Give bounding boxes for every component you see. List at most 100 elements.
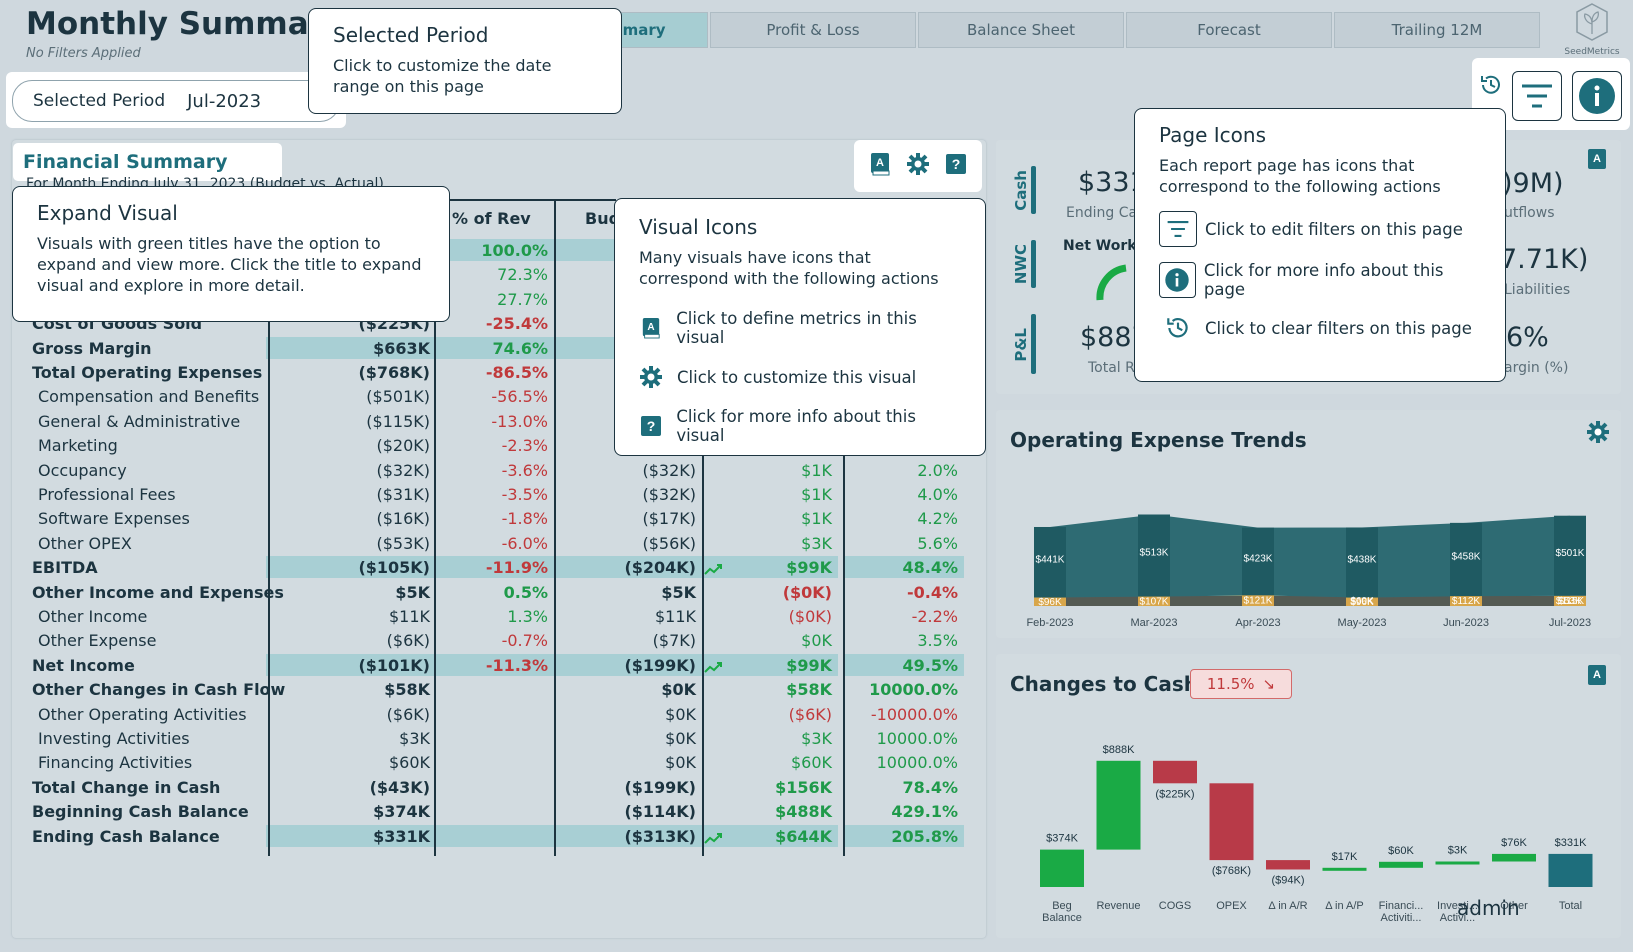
cash-section-label: Cash [1012, 170, 1030, 211]
pct-rev-cell: -25.4% [485, 314, 548, 334]
waterfall-bar [1040, 849, 1084, 887]
seedling-logo-icon [1576, 3, 1608, 41]
filter-lines-icon [1522, 84, 1552, 108]
nwc-section-label: NWC [1012, 244, 1030, 285]
tab-forecast[interactable]: Forecast [1126, 12, 1332, 48]
budget-cell: $0K [661, 680, 696, 700]
variance-cell: $644K [775, 826, 832, 846]
row-label: Gross Margin [32, 338, 152, 358]
gear-icon [639, 365, 663, 389]
operating-expense-title: Operating Expense Trends [1010, 428, 1307, 452]
actual-cell: ($53K) [376, 533, 430, 553]
waterfall-bar [1435, 861, 1480, 865]
actual-cell: ($31K) [376, 485, 430, 504]
data-label: $60K [1388, 845, 1414, 857]
cash-define-metrics-icon[interactable]: A [1586, 664, 1608, 692]
x-axis-tick-label: Revenue [1096, 900, 1140, 912]
row-label: Other OPEX [38, 533, 132, 553]
changes-to-cash-title: Changes to Cash [1010, 672, 1198, 696]
expand-visual-callout: Expand Visual Visuals with green titles … [12, 186, 450, 322]
outflows-sublabel: utflows [1504, 205, 1555, 221]
data-label: $331K [1555, 837, 1587, 849]
visual-icons-bar: A ? [854, 140, 982, 192]
pct-rev-cell: -1.8% [501, 509, 548, 529]
page-info-button[interactable] [1572, 71, 1622, 121]
table-row: Other Changes in Cash Flow $58K $0K $58K 100… [14, 678, 958, 702]
tab-profit-loss[interactable]: Profit & Loss [710, 12, 916, 48]
row-label: Total Change in Cash [32, 777, 221, 797]
visual-icon-item: ? Click for more info about this visual [639, 407, 961, 445]
visual-icon-item-label: Click to define metrics in this visual [676, 309, 917, 347]
variance-pct-cell: -2.2% [911, 607, 958, 626]
pct-rev-cell: 27.7% [497, 289, 548, 309]
callout-body: Click to customize the date range on thi… [333, 56, 552, 96]
budget-cell: ($32K) [642, 460, 696, 480]
waterfall-bar [1322, 867, 1367, 871]
row-label: Net Income [32, 655, 135, 675]
x-axis-tick-label: Financi... [1379, 900, 1424, 912]
op-settings-gear-icon[interactable] [1586, 420, 1610, 448]
actual-cell: ($43K) [369, 777, 430, 797]
kpi-define-metrics-icon[interactable]: A [1586, 148, 1608, 176]
callout-title: Selected Period [333, 23, 489, 47]
visual-icons-callout: Visual Icons Many visuals have icons tha… [614, 198, 986, 456]
define-metrics-icon: A [639, 316, 662, 340]
variance-cell: $3K [801, 729, 832, 748]
tab-balance-sheet[interactable]: Balance Sheet [918, 12, 1124, 48]
variance-pct-cell: -0.4% [906, 582, 958, 602]
data-label: $121K [1244, 596, 1273, 607]
budget-cell: ($199K) [624, 655, 696, 675]
actual-cell: $3K [399, 729, 430, 748]
actual-cell: $5K [395, 582, 430, 602]
data-label: ($94K) [1271, 875, 1304, 887]
filter-button[interactable] [1512, 71, 1562, 121]
pct-rev-cell: -6.0% [501, 533, 548, 553]
data-label: $513K [1140, 548, 1169, 559]
area-series-1 [1050, 514, 1570, 598]
tab-trailing-12m[interactable]: Trailing 12M [1334, 12, 1540, 48]
actual-cell: ($115K) [366, 411, 430, 431]
data-label: $112K [1452, 596, 1481, 607]
help-icon[interactable]: ? [945, 153, 967, 179]
page-title: Monthly Summary [26, 6, 345, 42]
visual-icon-item: A Click to define metrics in this visual [639, 309, 961, 347]
row-label: Other Operating Activities [38, 704, 247, 724]
period-dropdown[interactable]: Selected Period Jul-2023 ⌵ [12, 80, 340, 122]
nwc-gauge [1096, 262, 1136, 306]
variance-cell: $58K [786, 680, 832, 700]
variance-cell: $1K [801, 485, 832, 504]
actual-cell: $60K [388, 753, 430, 773]
operating-expense-chart: $441K $96K Feb-2023 $513K $107K Mar-2023 $423K… [1026, 514, 1591, 629]
callout-body: Many visuals have icons that correspond … [639, 248, 939, 288]
x-axis-tick-label: Beg [1052, 900, 1072, 912]
margin-value: 6% [1506, 322, 1549, 353]
pct-rev-cell: -86.5% [485, 363, 548, 382]
data-label: ($225K) [1155, 788, 1194, 800]
table-row: Net Income ($101K) -11.3% ($199K) $99K 49.5% [14, 653, 964, 678]
row-label: Other Changes in Cash Flow [32, 680, 286, 700]
x-axis-tick-label: Activiti... [1381, 912, 1422, 924]
define-metrics-icon[interactable]: A [869, 152, 891, 180]
pct-rev-cell [436, 703, 554, 727]
variance-cell: $488K [775, 802, 832, 822]
variance-pct-cell: 78.4% [902, 777, 958, 797]
variance-pct-cell: 5.6% [917, 533, 958, 553]
row-label: Other Expense [38, 631, 157, 651]
period-value: Jul-2023 [187, 90, 262, 112]
clear-filters-icon[interactable] [1478, 72, 1504, 102]
page-icon-item: Click for more info about this page [1159, 261, 1481, 299]
page-tabs: mmary Profit & Loss Balance Sheet Foreca… [598, 12, 1542, 48]
gear-icon[interactable] [906, 152, 930, 180]
page-icon-item-label: Click to clear filters on this page [1205, 318, 1472, 338]
variance-pct-cell: 10000.0% [876, 729, 958, 748]
data-label: $53K [1558, 596, 1582, 607]
data-label: $501K [1556, 548, 1585, 559]
table-row: Financing Activities $60K $0K $60K 10000.0% [14, 751, 958, 775]
badge-value: 11.5% [1206, 675, 1255, 693]
variance-pct-cell: 4.0% [917, 485, 958, 504]
info-icon [1159, 262, 1196, 298]
actual-cell: ($32K) [376, 460, 430, 480]
budget-cell: ($32K) [642, 485, 696, 504]
liabilities-value: 7.71K) [1500, 244, 1589, 275]
pct-rev-cell [436, 776, 554, 800]
